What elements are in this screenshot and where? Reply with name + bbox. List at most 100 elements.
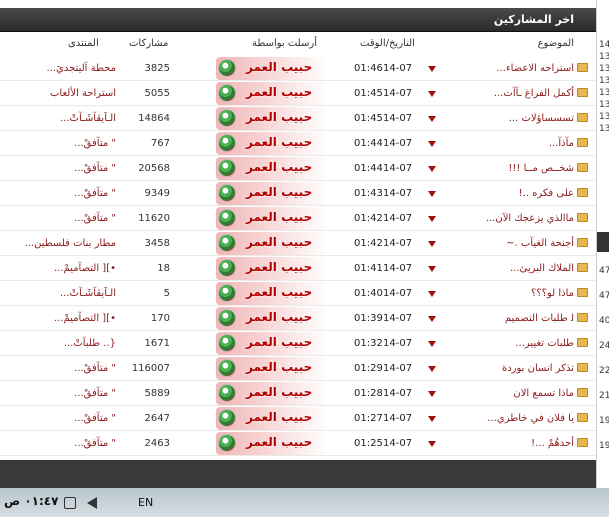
- post-date: 14-07: [383, 313, 413, 324]
- topic-link[interactable]: استراحه الاعضاء...: [434, 63, 574, 74]
- post-count: 2463: [144, 438, 170, 449]
- sender-name-link[interactable]: حبيب العمر: [246, 410, 312, 424]
- right-panel-value: 24: [599, 341, 609, 351]
- column-header-forum: المنتدى: [68, 38, 99, 49]
- forum-link[interactable]: استراحة الألعاب: [0, 88, 116, 99]
- forum-link[interactable]: " متآفقْ...: [0, 138, 116, 149]
- topic-link[interactable]: ﻟ طلبات التصميم: [434, 313, 574, 324]
- folder-icon: [577, 188, 588, 197]
- post-count: 20568: [138, 163, 170, 174]
- sender-name-link[interactable]: حبيب العمر: [246, 185, 312, 199]
- goto-last-post-icon[interactable]: [428, 66, 436, 72]
- goto-last-post-icon[interactable]: [428, 266, 436, 272]
- topic-link[interactable]: ماذا لو؟؟؟: [434, 288, 574, 299]
- sender-name-link[interactable]: حبيب العمر: [246, 435, 312, 449]
- table-row: يا فلان في خاطري... 14-07 01:27 حبيب الع…: [0, 406, 596, 431]
- goto-last-post-icon[interactable]: [428, 391, 436, 397]
- topic-link[interactable]: على فكره ..!: [434, 188, 574, 199]
- post-time: 01:43: [354, 188, 383, 199]
- post-date: 14-07: [383, 213, 413, 224]
- folder-icon: [577, 238, 588, 247]
- language-indicator[interactable]: EN: [138, 496, 153, 509]
- taskbar-clock[interactable]: ٠١:٤٧ ص: [4, 494, 58, 508]
- goto-last-post-icon[interactable]: [428, 341, 436, 347]
- post-date: 14-07: [383, 388, 413, 399]
- goto-last-post-icon[interactable]: [428, 366, 436, 372]
- topic-link[interactable]: أحدهُمْ ...!: [434, 438, 574, 449]
- topic-link[interactable]: أكمل الفراغ ـآآت...: [434, 88, 574, 99]
- row-separator: [0, 455, 596, 456]
- topic-link[interactable]: الملاك البريئ...: [434, 263, 574, 274]
- topic-link[interactable]: ماالذي يزعجك الآن...: [434, 213, 574, 224]
- forum-link[interactable]: " متآفقْ...: [0, 438, 116, 449]
- right-panel-value: 14: [599, 40, 609, 50]
- goto-last-post-icon[interactable]: [428, 191, 436, 197]
- user-avatar-icon: [218, 109, 236, 127]
- user-avatar-icon: [218, 184, 236, 202]
- post-date: 14-07: [383, 63, 413, 74]
- forum-link[interactable]: " متآفقْ...: [0, 388, 116, 399]
- goto-last-post-icon[interactable]: [428, 116, 436, 122]
- folder-icon: [577, 113, 588, 122]
- network-icon[interactable]: [64, 497, 76, 509]
- sender-name-link[interactable]: حبيب العمر: [246, 335, 312, 349]
- forum-link[interactable]: •][ التصآميمْ...: [0, 313, 116, 324]
- speaker-icon[interactable]: [87, 497, 97, 509]
- forum-link[interactable]: الـاَيڤآشَـآتْ...: [0, 288, 116, 299]
- forum-link[interactable]: {.. طلبآتْ...: [0, 338, 116, 349]
- goto-last-post-icon[interactable]: [428, 91, 436, 97]
- user-avatar-icon: [218, 409, 236, 427]
- forum-link[interactable]: " متآفقْ...: [0, 163, 116, 174]
- column-header-topic: الموضوع: [537, 38, 574, 49]
- post-time: 01:41: [354, 263, 383, 274]
- post-count: 170: [150, 313, 170, 324]
- goto-last-post-icon[interactable]: [428, 141, 436, 147]
- goto-last-post-icon[interactable]: [428, 291, 436, 297]
- topic-link[interactable]: تذكر انسان بوردة: [434, 363, 574, 374]
- forum-link[interactable]: " متآفقْ...: [0, 413, 116, 424]
- post-time: 01:27: [354, 413, 383, 424]
- topic-link[interactable]: تسسساؤلات ...: [434, 113, 574, 124]
- sender-name-link[interactable]: حبيب العمر: [246, 160, 312, 174]
- topic-link[interactable]: شخــص مــا !!!: [434, 163, 574, 174]
- table-row: ماذا تسمع الان 14-07 01:28 حبيب العمر 58…: [0, 381, 596, 406]
- forum-link[interactable]: مطار بنات فلسطين...: [0, 238, 116, 249]
- post-count: 1671: [144, 338, 170, 349]
- sender-name-link[interactable]: حبيب العمر: [246, 260, 312, 274]
- sender-name-link[interactable]: حبيب العمر: [246, 360, 312, 374]
- forum-link[interactable]: " متآفقْ...: [0, 213, 116, 224]
- topic-link[interactable]: أجنحة الغيآب .~: [434, 238, 574, 249]
- sender-name-link[interactable]: حبيب العمر: [246, 60, 312, 74]
- topic-link[interactable]: يا فلان في خاطري...: [434, 413, 574, 424]
- forum-link[interactable]: •][ التصآميمْ...: [0, 263, 116, 274]
- sender-name-link[interactable]: حبيب العمر: [246, 385, 312, 399]
- table-row: على فكره ..! 14-07 01:43 حبيب العمر 9349…: [0, 181, 596, 206]
- topic-link[interactable]: مآذآ...: [434, 138, 574, 149]
- folder-icon: [577, 413, 588, 422]
- forum-link[interactable]: الـاَيڤآشَـآتْ...: [0, 113, 116, 124]
- topic-link[interactable]: ماذا تسمع الان: [434, 388, 574, 399]
- goto-last-post-icon[interactable]: [428, 316, 436, 322]
- forum-link[interactable]: " متآفقْ...: [0, 188, 116, 199]
- topic-link[interactable]: طلبات تغيير...: [434, 338, 574, 349]
- goto-last-post-icon[interactable]: [428, 416, 436, 422]
- sender-name-link[interactable]: حبيب العمر: [246, 285, 312, 299]
- goto-last-post-icon[interactable]: [428, 216, 436, 222]
- goto-last-post-icon[interactable]: [428, 166, 436, 172]
- sender-name-link[interactable]: حبيب العمر: [246, 235, 312, 249]
- sender-name-link[interactable]: حبيب العمر: [246, 135, 312, 149]
- goto-last-post-icon[interactable]: [428, 241, 436, 247]
- goto-last-post-icon[interactable]: [428, 441, 436, 447]
- forum-link[interactable]: " متآفقْ...: [0, 363, 116, 374]
- folder-icon: [577, 438, 588, 447]
- user-avatar-icon: [218, 434, 236, 452]
- latest-posts-table: الموضوع التاريخ/الوقت أرسلت بواسطة مشارك…: [0, 32, 596, 460]
- table-row: استراحه الاعضاء... 14-07 01:46 حبيب العم…: [0, 56, 596, 81]
- post-time: 01:28: [354, 388, 383, 399]
- sender-name-link[interactable]: حبيب العمر: [246, 110, 312, 124]
- sender-name-link[interactable]: حبيب العمر: [246, 85, 312, 99]
- sender-name-link[interactable]: حبيب العمر: [246, 310, 312, 324]
- sender-name-link[interactable]: حبيب العمر: [246, 210, 312, 224]
- forum-link[interactable]: محطة آليتجديَ...: [0, 63, 116, 74]
- footer-bar: [0, 460, 596, 488]
